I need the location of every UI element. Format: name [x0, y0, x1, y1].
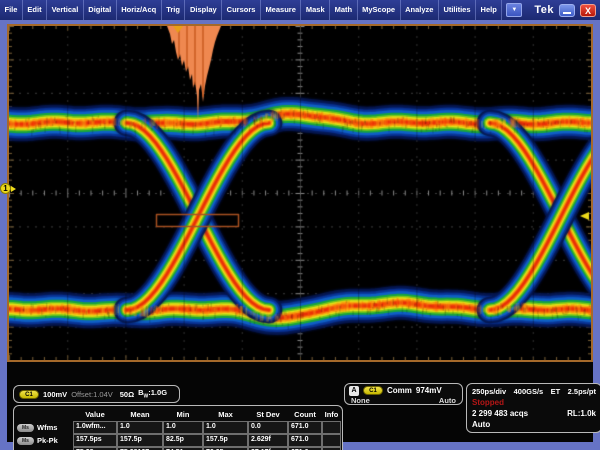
menu-item-trig[interactable]: Trig [162, 0, 186, 20]
meas-cell-info [322, 421, 341, 434]
channel1-marker-arrow-icon [11, 186, 16, 192]
minimize-button[interactable] [559, 4, 575, 17]
menu-item-math[interactable]: Math [330, 0, 358, 20]
timebase: 250ps/div [472, 387, 506, 396]
trigger-mode: Auto [439, 396, 456, 405]
menu-item-myscope[interactable]: MyScope [358, 0, 401, 20]
menu-item-mask[interactable]: Mask [301, 0, 330, 20]
acquisition-count: 2 299 483 acqs [472, 409, 528, 418]
scope-screen: 1 C1 100mV Offset:1.04V 50Ω BW:1.0G Valu… [0, 20, 600, 450]
meas-row-wfms: Ms Wfms [15, 421, 73, 434]
menu-item-help[interactable]: Help [476, 0, 502, 20]
meas-cell: 157.5p [203, 434, 248, 447]
meas-cell: 82.5p [163, 434, 203, 447]
meas-header-stdev: St Dev [248, 408, 288, 421]
meas-header-blank [15, 408, 73, 421]
menu-item-file[interactable]: File [0, 0, 23, 20]
meas-header-min: Min [163, 408, 203, 421]
meas-header-count: Count [288, 408, 322, 421]
graticule [7, 24, 593, 362]
meas-header-mean: Mean [117, 408, 163, 421]
meas-source-badge[interactable]: Ms [17, 424, 34, 432]
menu-item-edit[interactable]: Edit [23, 0, 47, 20]
channel1-readout[interactable]: C1 100mV Offset:1.04V 50Ω BW:1.0G [13, 385, 180, 403]
meas-cell: 0.0 [248, 421, 288, 434]
menu-overflow-button[interactable]: ▼ [506, 3, 522, 17]
menu-item-measure[interactable]: Measure [261, 0, 301, 20]
meas-cell-info [322, 434, 341, 447]
meas-cell: 1.0 [117, 421, 163, 434]
sample-rate: 400GS/s [514, 387, 544, 396]
meas-cell: 2.629f [248, 434, 288, 447]
trigger-mode-status: Auto [472, 420, 490, 429]
meas-header-max: Max [203, 408, 248, 421]
meas-cell: 671.0 [288, 434, 322, 447]
readout-panel: C1 100mV Offset:1.04V 50Ω BW:1.0G Value … [7, 362, 593, 442]
sampling-mode: ET [551, 387, 561, 396]
menu-item-display[interactable]: Display [185, 0, 222, 20]
channel1-badge[interactable]: C1 [19, 390, 39, 399]
channel-termination: 50Ω [120, 390, 134, 399]
meas-cell: 1.0 [163, 421, 203, 434]
trigger-holdoff: None [351, 396, 370, 405]
menu-item-cursors[interactable]: Cursors [222, 0, 261, 20]
meas-cell: 1.0wfm... [73, 421, 117, 434]
trigger-source-badge[interactable]: C1 [363, 386, 383, 395]
menu-item-digital[interactable]: Digital [84, 0, 117, 20]
channel1-reference-marker[interactable]: 1 [0, 183, 11, 194]
eye-diagram-waveform[interactable] [9, 26, 591, 360]
close-button[interactable]: X [580, 4, 596, 17]
trigger-readout[interactable]: A C1 Comm 974mV None Auto [344, 383, 463, 405]
record-length: RL:1.0k [567, 409, 596, 418]
channel-scale: 100mV [43, 390, 67, 399]
meas-cell: 1.0 [203, 421, 248, 434]
meas-row-pkpk: Ms Pk-Pk [15, 434, 73, 447]
menu-item-utilities[interactable]: Utilities [439, 0, 476, 20]
resolution: 2.5ps/pt [568, 387, 596, 396]
menu-item-analyze[interactable]: Analyze [401, 0, 439, 20]
channel-bandwidth: BW:1.0G [138, 388, 167, 400]
menu-item-horiz-acq[interactable]: Horiz/Acq [117, 0, 162, 20]
acquisition-status: Stopped [472, 398, 504, 407]
menu-bar: File Edit Vertical Digital Horiz/Acq Tri… [0, 0, 600, 20]
meas-cell: 157.5ps [73, 434, 117, 447]
meas-source-badge[interactable]: Ms [17, 437, 34, 445]
trigger-a-badge: A [349, 386, 359, 396]
meas-header-info: Info [322, 408, 341, 421]
horizontal-readout[interactable]: 250ps/div 400GS/s ET 2.5ps/pt Stopped 2 … [466, 383, 600, 433]
channel-offset: Offset:1.04V [71, 390, 113, 399]
meas-cell: 157.5p [117, 434, 163, 447]
meas-header-value: Value [73, 408, 117, 421]
menu-item-vertical[interactable]: Vertical [47, 0, 84, 20]
meas-cell: 671.0 [288, 421, 322, 434]
trigger-coupling: Comm [387, 386, 412, 395]
trigger-level: 974mV [416, 386, 442, 395]
tek-logo: Tek [534, 4, 554, 16]
minimize-icon [563, 12, 571, 14]
measurement-results-table: Value Mean Min Max St Dev Count Info Ms … [13, 405, 343, 450]
